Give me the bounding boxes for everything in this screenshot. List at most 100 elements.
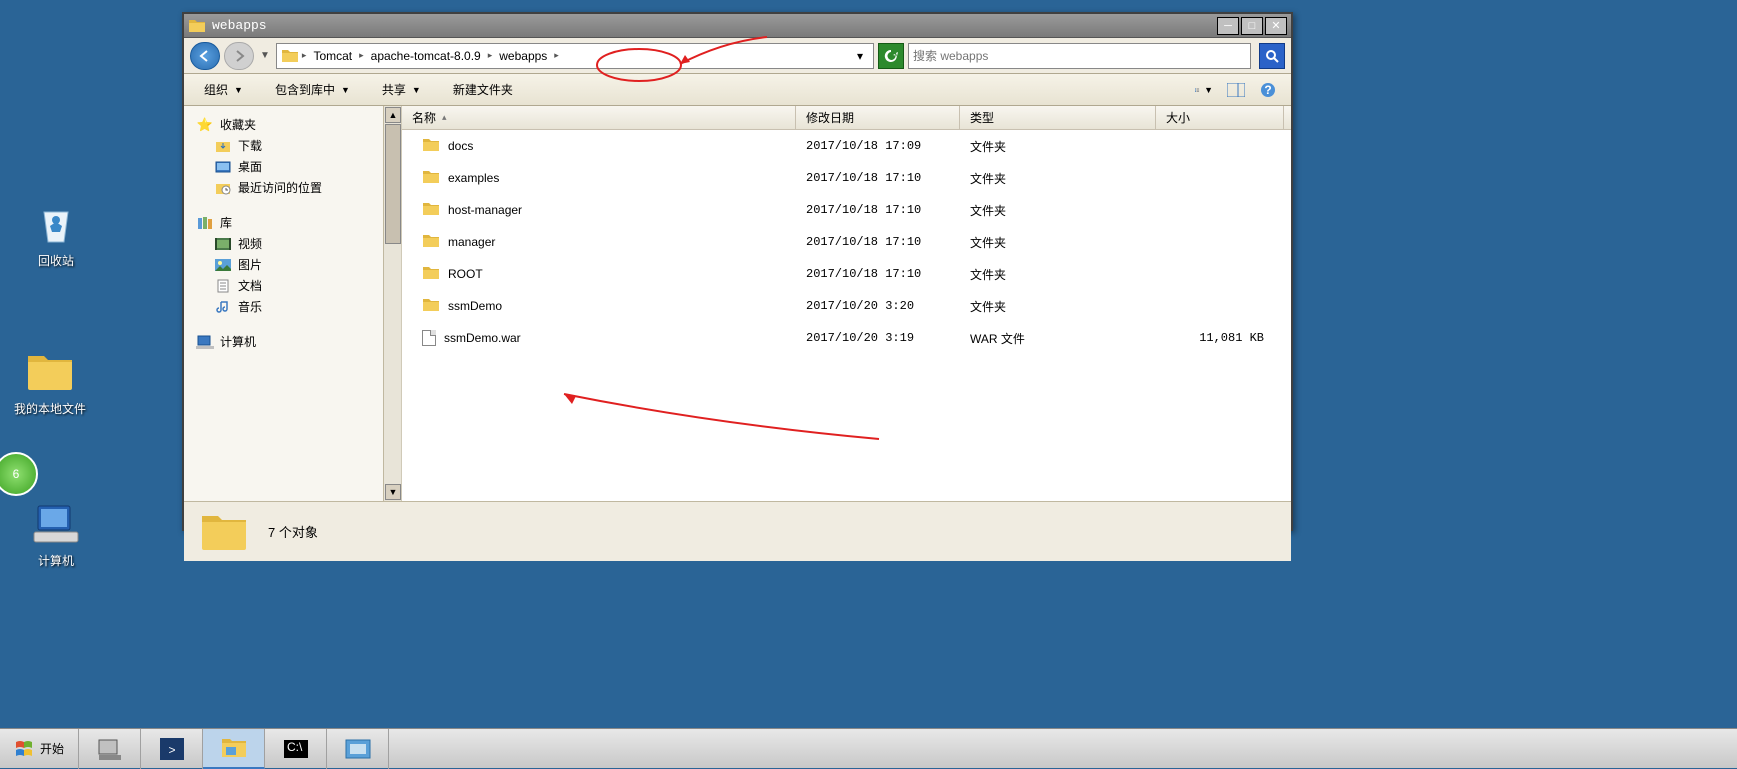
taskbar-cmd[interactable]: C:\ xyxy=(265,729,327,769)
sidebar-downloads[interactable]: 下载 xyxy=(196,135,376,156)
taskbar-server-manager[interactable] xyxy=(79,729,141,769)
column-type-header[interactable]: 类型 xyxy=(960,106,1156,129)
sidebar-videos[interactable]: 视频 xyxy=(196,233,376,254)
file-row[interactable]: ssmDemo2017/10/20 3:20文件夹 xyxy=(402,290,1291,322)
back-button[interactable] xyxy=(190,42,220,70)
breadcrumb-segment[interactable]: Tomcat xyxy=(309,49,356,63)
sidebar-computer[interactable]: 计算机 xyxy=(196,331,376,352)
file-list: 名称▴ 修改日期 类型 大小 docs2017/10/18 17:09文件夹ex… xyxy=(402,106,1291,501)
folder-icon xyxy=(422,266,440,282)
folder-icon xyxy=(26,348,74,396)
file-name: ssmDemo.war xyxy=(444,331,521,345)
scroll-up-button[interactable]: ▲ xyxy=(385,107,401,123)
file-name: ssmDemo xyxy=(448,299,502,313)
svg-text:>: > xyxy=(168,743,175,757)
folder-icon xyxy=(422,170,440,186)
downloads-icon xyxy=(214,138,232,154)
preview-pane-button[interactable] xyxy=(1227,81,1245,99)
documents-icon xyxy=(214,278,232,294)
desktop-icon-recycle-bin[interactable]: 回收站 xyxy=(16,200,96,269)
refresh-button[interactable] xyxy=(878,43,904,69)
chevron-right-icon[interactable]: ▸ xyxy=(299,50,310,61)
scrollbar[interactable]: ▲ ▼ xyxy=(383,106,401,501)
desktop-icon-label: 计算机 xyxy=(16,552,96,569)
folder-icon xyxy=(422,138,440,154)
close-button[interactable]: ✕ xyxy=(1265,17,1287,35)
explorer-window: webapps ─ □ ✕ ▼ ▸ Tomcat ▸ apache-tomcat… xyxy=(182,12,1293,531)
chevron-right-icon[interactable]: ▸ xyxy=(485,50,496,61)
file-type: 文件夹 xyxy=(960,202,1156,219)
file-type: 文件夹 xyxy=(960,170,1156,187)
forward-button[interactable] xyxy=(224,42,254,70)
column-name-header[interactable]: 名称▴ xyxy=(402,106,796,129)
search-box[interactable] xyxy=(908,43,1251,69)
file-name: manager xyxy=(448,235,495,249)
clock-badge-icon: 6 xyxy=(0,452,38,496)
folder-icon xyxy=(422,234,440,250)
file-date: 2017/10/18 17:10 xyxy=(796,267,960,281)
file-date: 2017/10/18 17:09 xyxy=(796,139,960,153)
minimize-button[interactable]: ─ xyxy=(1217,17,1239,35)
file-row[interactable]: manager2017/10/18 17:10文件夹 xyxy=(402,226,1291,258)
sidebar-music[interactable]: 音乐 xyxy=(196,296,376,317)
start-button[interactable]: 开始 xyxy=(0,729,79,769)
include-in-library-menu[interactable]: 包含到库中▼ xyxy=(269,79,356,100)
file-size: 11,081 KB xyxy=(1156,331,1284,345)
titlebar[interactable]: webapps ─ □ ✕ xyxy=(184,14,1291,38)
sidebar-recent[interactable]: 最近访问的位置 xyxy=(196,177,376,198)
file-row[interactable]: examples2017/10/18 17:10文件夹 xyxy=(402,162,1291,194)
search-button[interactable] xyxy=(1259,43,1285,69)
share-menu[interactable]: 共享▼ xyxy=(376,79,427,100)
recent-icon xyxy=(214,180,232,196)
breadcrumb-segment[interactable]: webapps xyxy=(495,49,551,63)
column-headers: 名称▴ 修改日期 类型 大小 xyxy=(402,106,1291,130)
command-toolbar: 组织▼ 包含到库中▼ 共享▼ 新建文件夹 ▼ ? xyxy=(184,74,1291,106)
history-dropdown[interactable]: ▼ xyxy=(258,50,272,61)
sidebar-desktop[interactable]: 桌面 xyxy=(196,156,376,177)
maximize-button[interactable]: □ xyxy=(1241,17,1263,35)
desktop-icon-computer[interactable]: 计算机 xyxy=(16,500,96,569)
taskbar-explorer[interactable] xyxy=(203,729,265,769)
column-date-header[interactable]: 修改日期 xyxy=(796,106,960,129)
file-date: 2017/10/18 17:10 xyxy=(796,235,960,249)
column-size-header[interactable]: 大小 xyxy=(1156,106,1284,129)
file-name: examples xyxy=(448,171,499,185)
scroll-thumb[interactable] xyxy=(385,124,401,244)
status-text: 7 个对象 xyxy=(268,522,318,541)
view-options-button[interactable]: ▼ xyxy=(1195,81,1213,99)
status-bar: 7 个对象 xyxy=(184,501,1291,561)
desktop-icon-local-files[interactable]: 我的本地文件 xyxy=(10,348,90,417)
library-icon xyxy=(196,215,214,231)
breadcrumb-segment[interactable]: apache-tomcat-8.0.9 xyxy=(367,49,485,63)
file-date: 2017/10/20 3:19 xyxy=(796,331,960,345)
scroll-down-button[interactable]: ▼ xyxy=(385,484,401,500)
desktop-icon xyxy=(214,159,232,175)
svg-text:C:\: C:\ xyxy=(287,740,303,754)
svg-text:?: ? xyxy=(1264,83,1271,97)
taskbar-powershell[interactable]: > xyxy=(141,729,203,769)
file-row[interactable]: ssmDemo.war2017/10/20 3:19WAR 文件11,081 K… xyxy=(402,322,1291,354)
help-button[interactable]: ? xyxy=(1259,81,1277,99)
chevron-right-icon[interactable]: ▸ xyxy=(356,50,367,61)
file-row[interactable]: ROOT2017/10/18 17:10文件夹 xyxy=(402,258,1291,290)
sidebar-favorites[interactable]: ⭐收藏夹 xyxy=(196,114,376,135)
new-folder-button[interactable]: 新建文件夹 xyxy=(447,79,519,100)
file-row[interactable]: docs2017/10/18 17:09文件夹 xyxy=(402,130,1291,162)
folder-icon xyxy=(188,18,206,34)
organize-menu[interactable]: 组织▼ xyxy=(198,79,249,100)
file-date: 2017/10/18 17:10 xyxy=(796,203,960,217)
search-input[interactable] xyxy=(913,49,1246,63)
address-bar[interactable]: ▸ Tomcat ▸ apache-tomcat-8.0.9 ▸ webapps… xyxy=(276,43,874,69)
file-type: 文件夹 xyxy=(960,298,1156,315)
address-dropdown[interactable]: ▾ xyxy=(851,49,869,63)
file-type: 文件夹 xyxy=(960,266,1156,283)
taskbar-app[interactable] xyxy=(327,729,389,769)
file-row[interactable]: host-manager2017/10/18 17:10文件夹 xyxy=(402,194,1291,226)
sidebar-documents[interactable]: 文档 xyxy=(196,275,376,296)
desktop-icon-label: 回收站 xyxy=(16,252,96,269)
chevron-right-icon[interactable]: ▸ xyxy=(551,50,562,61)
sidebar-library[interactable]: 库 xyxy=(196,212,376,233)
sidebar-pictures[interactable]: 图片 xyxy=(196,254,376,275)
file-name: docs xyxy=(448,139,473,153)
start-label: 开始 xyxy=(40,740,64,757)
